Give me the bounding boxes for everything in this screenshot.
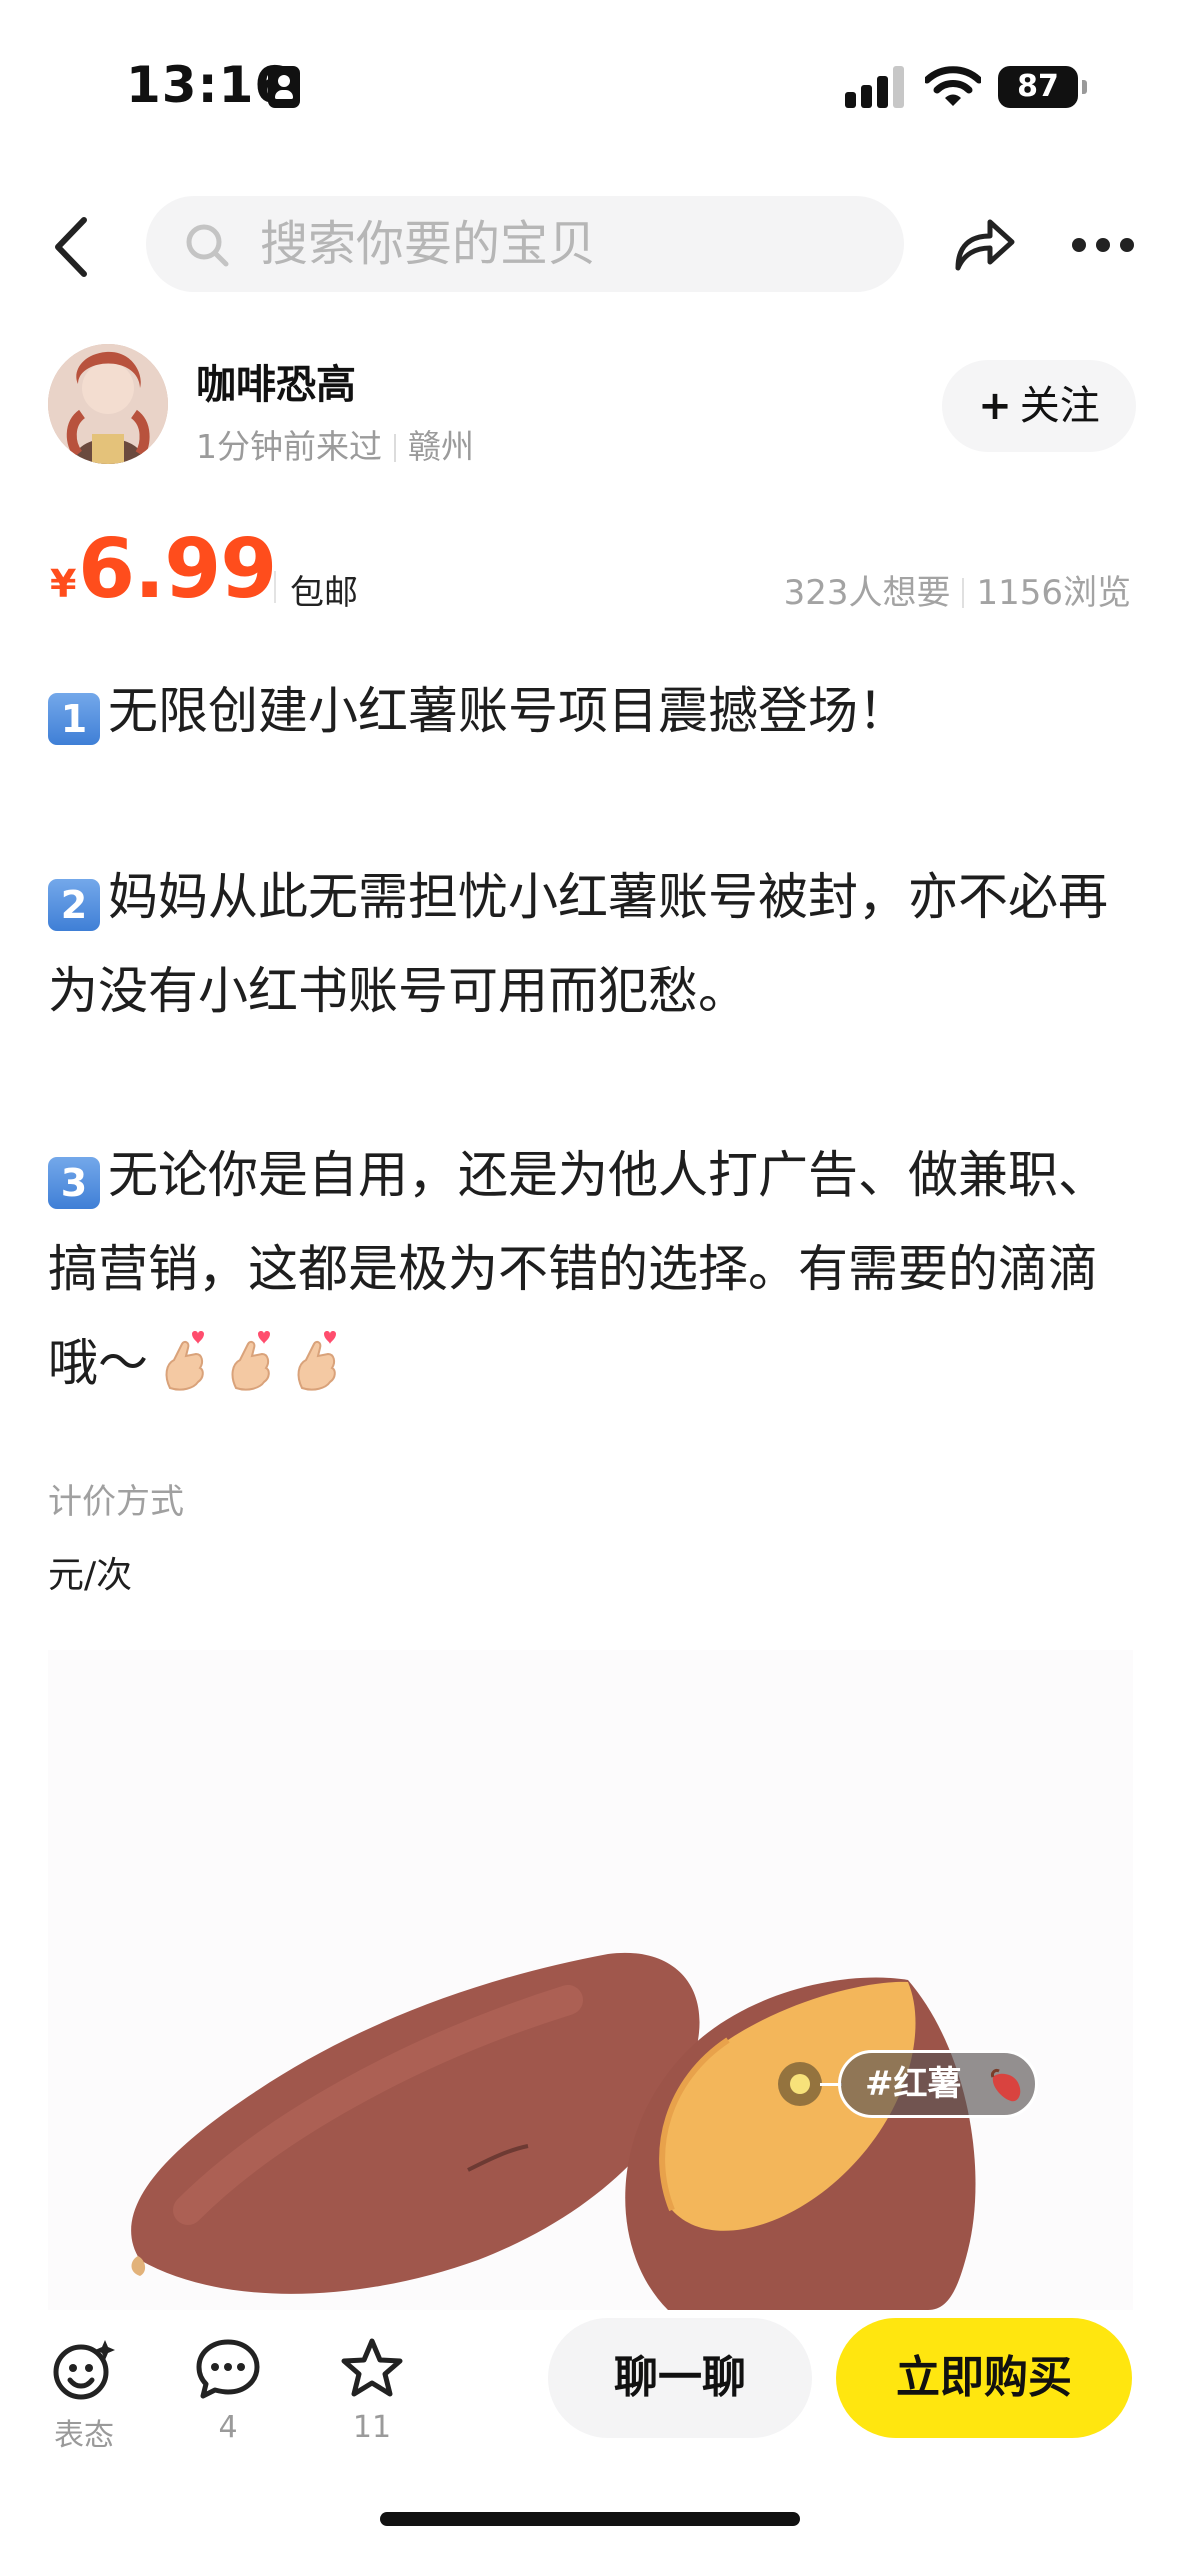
comment-count: 4 (218, 2410, 238, 2445)
search-icon (186, 224, 229, 267)
focus-person-icon (268, 66, 300, 108)
comment-icon (196, 2339, 260, 2399)
description-paragraph-1: 1 无限创建小红薯账号项目震撼登场！ (48, 664, 1133, 758)
wifi-icon (925, 66, 981, 106)
buy-now-button[interactable]: 立即购买 (836, 2318, 1132, 2438)
comment-button[interactable]: 4 (178, 2336, 278, 2445)
back-icon[interactable] (46, 212, 98, 282)
tag-anchor-icon[interactable] (778, 2062, 822, 2106)
price-value: 6.99 (78, 522, 277, 617)
pricing-method-label: 计价方式 (48, 1482, 184, 1522)
item-stats: 323人想要 1156浏览 (784, 565, 1131, 614)
favorite-count: 11 (352, 2410, 392, 2445)
finger-heart-icon (165, 1331, 204, 1391)
last-seen: 1分钟前来过 (196, 427, 382, 466)
search-input[interactable]: 搜索你要的宝贝 (146, 196, 904, 292)
product-image[interactable] (48, 1650, 1133, 2310)
chat-button[interactable]: 聊一聊 (548, 2318, 812, 2438)
description-text-1: 无限创建小红薯账号项目震撼登场！ (108, 682, 908, 740)
status-bar: 13:16 87 (0, 0, 1179, 150)
status-time: 13:16 (126, 56, 291, 114)
description-paragraph-2: 2 妈妈从此无需担忧小红薯账号被封，亦不必再为没有小红书账号可用而犯愁。 (48, 850, 1133, 1038)
finger-heart-icon (297, 1331, 336, 1391)
divider (394, 434, 396, 462)
keycap-three-icon: 3 (48, 1157, 100, 1209)
finger-heart-icon (231, 1331, 270, 1391)
currency-symbol: ¥ (50, 562, 77, 606)
sweet-potato-icon (991, 2069, 1021, 2102)
react-label: 表态 (54, 2418, 114, 2453)
more-icon[interactable] (1072, 238, 1136, 254)
views-count: 1156浏览 (976, 573, 1131, 613)
image-tag[interactable]: #红薯 (838, 2050, 1038, 2118)
home-indicator[interactable] (380, 2512, 800, 2526)
battery-indicator: 87 (998, 66, 1087, 108)
follow-label: 关注 (1019, 383, 1100, 429)
keycap-one-icon: 1 (48, 693, 100, 745)
search-placeholder: 搜索你要的宝贝 (260, 216, 597, 272)
image-tag-label: #红薯 (865, 2064, 962, 2104)
plus-icon: + (978, 383, 1012, 429)
seller-meta: 1分钟前来过 赣州 (196, 420, 474, 468)
pricing-method-value: 元/次 (48, 1555, 133, 1596)
share-icon[interactable] (950, 212, 1018, 274)
avatar-image (48, 344, 168, 464)
keycap-two-icon: 2 (48, 879, 100, 931)
divider (962, 578, 965, 608)
react-button[interactable]: 表态 (34, 2336, 134, 2454)
star-icon (341, 2338, 403, 2397)
react-icon (53, 2340, 115, 2400)
avatar[interactable] (48, 344, 168, 464)
shipping-badge: 包邮 (274, 565, 358, 614)
follow-button[interactable]: + 关注 (942, 360, 1136, 452)
description-paragraph-3: 3 无论你是自用，还是为他人打广告、做兼职、搞营销，这都是极为不错的选择。有需要的… (48, 1128, 1133, 1410)
description-text-2: 妈妈从此无需担忧小红薯账号被封，亦不必再为没有小红书账号可用而犯愁。 (48, 868, 1108, 1020)
wants-count: 323人想要 (783, 573, 951, 613)
favorite-button[interactable]: 11 (322, 2336, 422, 2445)
seller-location: 赣州 (408, 427, 474, 466)
cellular-signal-icon (845, 66, 909, 108)
sweet-potato-illustration (48, 1650, 1133, 2310)
seller-name[interactable]: 咖啡恐高 (196, 352, 356, 410)
